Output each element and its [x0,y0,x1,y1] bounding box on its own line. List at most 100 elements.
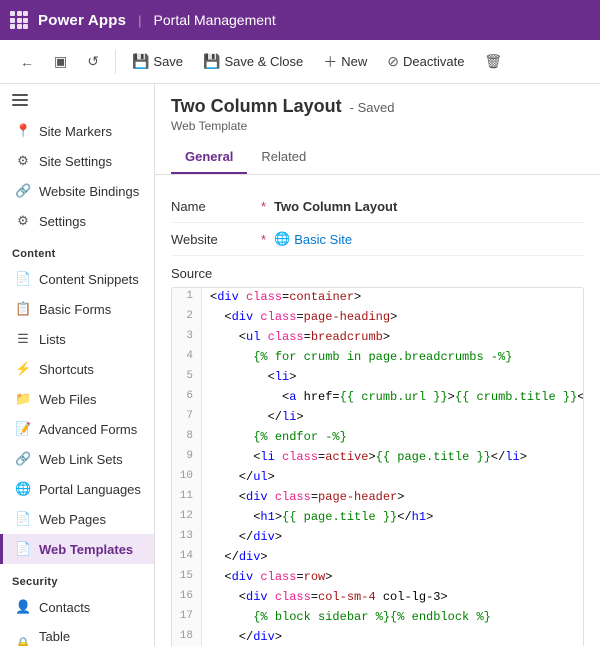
sidebar-item-site-markers[interactable]: 📍 Site Markers [0,116,154,146]
sidebar-item-label: Site Settings [39,154,112,169]
save-close-button[interactable]: 💾 Save & Close [195,48,311,75]
delete-button[interactable]: 🗑 [476,48,510,75]
line-code: {% block sidebar %}{% endblock %} [202,608,499,628]
table-permissions-icon: 🔒 [15,636,31,646]
line-code: <a href={{ crumb.url }}>{{ crumb.title }… [202,388,584,408]
source-label: Source [171,266,584,281]
line-number: 10 [172,468,202,488]
code-block[interactable]: 1<div class=container>2 <div class=page-… [171,287,584,646]
new-icon: ＋ [323,52,337,72]
code-line: 9 <li class=active>{{ page.title }}</li> [172,448,583,468]
line-number: 16 [172,588,202,608]
sidebar-item-basic-forms[interactable]: 📋 Basic Forms [0,294,154,324]
lists-icon: ☰ [15,331,31,347]
site-settings-icon: ⚙ [15,153,31,169]
website-link[interactable]: 🌐 Basic Site [274,231,352,247]
sidebar-item-settings[interactable]: ⚙ Settings [0,206,154,236]
code-line: 2 <div class=page-heading> [172,308,583,328]
sidebar-item-table-permissions[interactable]: 🔒 Table Permissions [0,622,154,646]
advanced-forms-icon: 📝 [15,421,31,437]
sidebar-item-website-bindings[interactable]: 🔗 Website Bindings [0,176,154,206]
line-code: </li> [202,408,312,428]
grid-icon[interactable] [10,11,28,29]
sidebar-item-shortcuts[interactable]: ⚡ Shortcuts [0,354,154,384]
new-button[interactable]: ＋ New [315,47,375,77]
code-line: 3 <ul class=breadcrumb> [172,328,583,348]
code-line: 17 {% block sidebar %}{% endblock %} [172,608,583,628]
save-button[interactable]: 💾 Save [124,48,191,75]
sidebar-item-web-templates[interactable]: 📄 Web Templates [0,534,154,564]
save-icon: 💾 [132,53,149,70]
web-files-icon: 📁 [15,391,31,407]
back-button[interactable]: ← [12,49,42,75]
portal-name: Portal Management [154,12,276,28]
app-name: Power Apps [38,12,126,29]
website-required: * [261,232,266,247]
refresh-button[interactable]: ↺ [79,48,107,75]
website-value: Basic Site [294,232,352,247]
sidebar-item-web-pages[interactable]: 📄 Web Pages [0,504,154,534]
line-number: 1 [172,288,202,308]
code-line: 1<div class=container> [172,288,583,308]
line-number: 11 [172,488,202,508]
contacts-icon: 👤 [15,599,31,615]
deactivate-icon: ⊘ [387,53,399,70]
code-line: 13 </div> [172,528,583,548]
sidebar-item-web-link-sets[interactable]: 🔗 Web Link Sets [0,444,154,474]
line-code: <div class=page-heading> [202,308,405,328]
sidebar-item-contacts[interactable]: 👤 Contacts [0,592,154,622]
name-value: Two Column Layout [274,199,397,214]
page-tabs: General Related [171,141,584,174]
back-icon: ← [20,54,34,70]
form-row-website: Website * 🌐 Basic Site [171,223,584,256]
sidebar-item-site-settings[interactable]: ⚙ Site Settings [0,146,154,176]
sidebar-item-label: Table Permissions [39,629,142,646]
sidebar-item-portal-languages[interactable]: 🌐 Portal Languages [0,474,154,504]
page-title: Two Column Layout [171,96,342,117]
code-line: 5 <li> [172,368,583,388]
web-pages-icon: 📄 [15,511,31,527]
name-label: Name [171,199,261,214]
refresh-icon: ↺ [87,53,99,70]
line-code: </ul> [202,468,283,488]
sidebar-item-content-snippets[interactable]: 📄 Content Snippets [0,264,154,294]
code-line: 4 {% for crumb in page.breadcrumbs -%} [172,348,583,368]
page-subtitle: Web Template [171,119,584,133]
save-close-icon: 💾 [203,53,220,70]
sidebar-item-advanced-forms[interactable]: 📝 Advanced Forms [0,414,154,444]
layout: 📍 Site Markers ⚙ Site Settings 🔗 Website… [0,84,600,646]
line-code: <ul class=breadcrumb> [202,328,398,348]
web-templates-icon: 📄 [15,541,31,557]
hamburger-icon [12,94,28,106]
sidebar-item-lists[interactable]: ☰ Lists [0,324,154,354]
line-code: <li class=active>{{ page.title }}</li> [202,448,535,468]
web-link-sets-icon: 🔗 [15,451,31,467]
code-line: 15 <div class=row> [172,568,583,588]
code-line: 14 </div> [172,548,583,568]
line-number: 9 [172,448,202,468]
form-area: Name * Two Column Layout Website * 🌐 Bas… [155,175,600,256]
sidebar-item-label: Site Markers [39,124,112,139]
website-label: Website [171,232,261,247]
page-view-button[interactable]: ▣ [46,48,75,75]
line-code: <li> [202,368,304,388]
code-line: 12 <h1>{{ page.title }}</h1> [172,508,583,528]
globe-icon: 🌐 [274,231,290,247]
sidebar-item-label: Website Bindings [39,184,139,199]
deactivate-button[interactable]: ⊘ Deactivate [379,48,472,75]
line-code: {% endfor -%} [202,428,355,448]
tab-general[interactable]: General [171,141,247,174]
topbar: Power Apps | Portal Management [0,0,600,40]
page-icon: ▣ [54,53,67,70]
sidebar-item-label: Settings [39,214,86,229]
sidebar-item-web-files[interactable]: 📁 Web Files [0,384,154,414]
line-code: {% for crumb in page.breadcrumbs -%} [202,348,520,368]
line-code: <div class=col-sm-4 col-lg-3> [202,588,456,608]
security-section-label: Security [0,564,154,592]
line-code: </div> [202,528,290,548]
sidebar-toggle[interactable] [0,84,154,116]
tab-related[interactable]: Related [247,141,320,174]
line-number: 17 [172,608,202,628]
saved-status: - Saved [350,100,395,115]
code-line: 11 <div class=page-header> [172,488,583,508]
